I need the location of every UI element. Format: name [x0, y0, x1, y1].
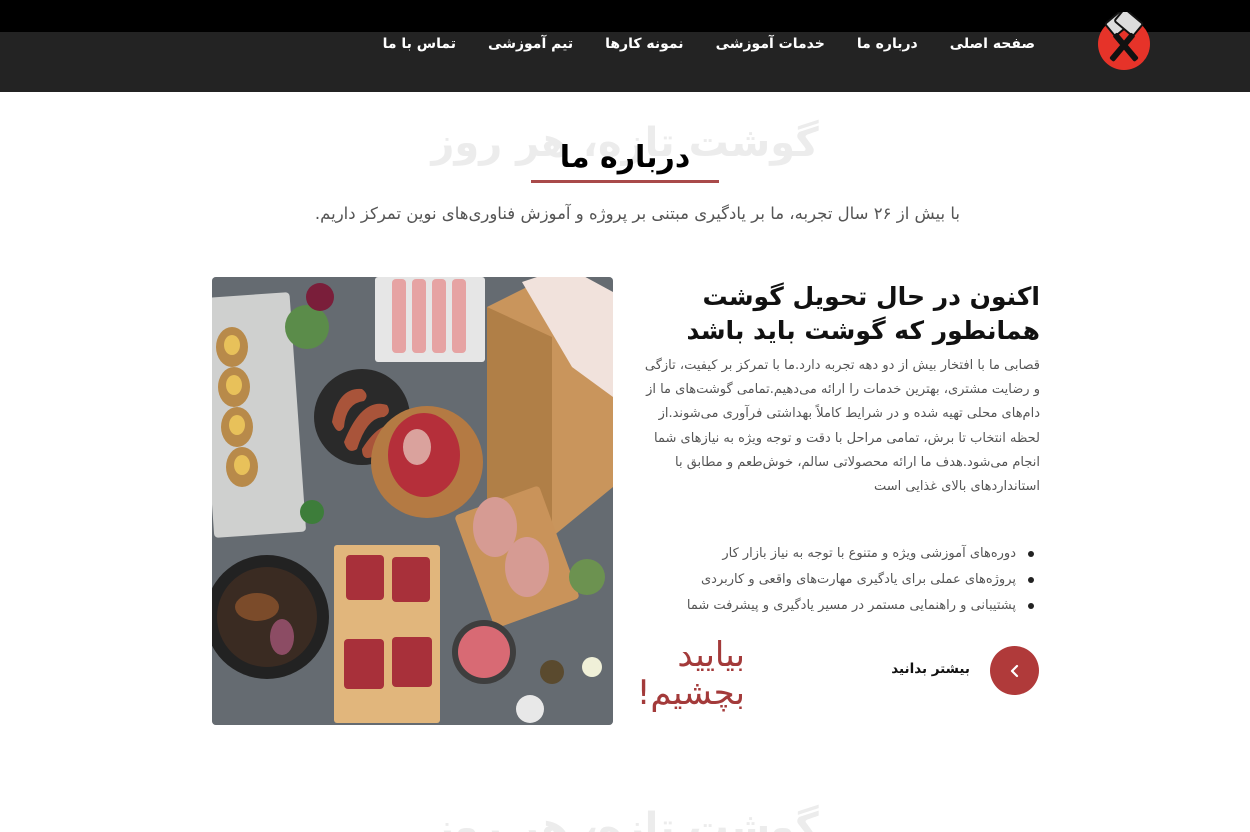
nav-item-portfolio[interactable]: نمونه کارها — [605, 36, 683, 52]
learn-more-button[interactable] — [990, 646, 1039, 695]
site-logo[interactable] — [1088, 8, 1160, 72]
main-nav: صفحه اصلی درباره ما خدمات آموزشی نمونه ک… — [383, 36, 1035, 52]
top-bar — [0, 0, 1250, 32]
chevron-left-icon — [1010, 664, 1018, 677]
nav-item-team[interactable]: تیم آموزشی — [488, 36, 573, 52]
about-paragraph: قصابی ما با افتخار بیش از دو دهه تجربه د… — [644, 358, 1040, 495]
next-section-ghost-text: گوشت تازه، هر روز — [431, 805, 819, 832]
meat-delivery-photo — [212, 277, 613, 725]
list-item-text: پشتیبانی و راهنمایی مستمر در مسیر یادگیر… — [686, 598, 1016, 613]
about-heading: اکنون در حال تحویل گوشت همانطور که گوشت … — [640, 280, 1040, 348]
nav-item-contact[interactable]: تماس با ما — [383, 36, 456, 52]
nav-item-home[interactable]: صفحه اصلی — [950, 36, 1035, 52]
list-item-text: دوره‌های آموزشی ویژه و متنوع با توجه به … — [722, 546, 1016, 561]
bullet-dot — [1028, 576, 1034, 583]
feature-list: دوره‌های آموزشی ویژه و متنوع با توجه به … — [640, 541, 1040, 619]
learn-more-link[interactable]: بیشتر بدانید — [880, 661, 970, 677]
crossed-cleavers-icon — [1098, 8, 1150, 70]
about-heading-line2: همانطور که گوشت باید باشد — [686, 316, 1040, 345]
section-subtitle: با بیش از ۲۶ سال تجربه، ما بر یادگیری مب… — [314, 204, 960, 223]
title-underline — [531, 180, 719, 183]
lets-taste-line2: بچشیم! — [636, 673, 745, 713]
nav-item-about[interactable]: درباره ما — [857, 36, 918, 52]
bullet-dot — [1028, 550, 1034, 557]
nav-item-services[interactable]: خدمات آموزشی — [716, 36, 825, 52]
list-item: پشتیبانی و راهنمایی مستمر در مسیر یادگیر… — [640, 593, 1040, 619]
list-item-text: پروژه‌های عملی برای یادگیری مهارت‌های وا… — [701, 572, 1016, 587]
bullet-dot — [1028, 602, 1034, 609]
lets-taste-text: بیایید بچشیم! — [600, 636, 745, 712]
about-heading-line1: اکنون در حال تحویل گوشت — [702, 282, 1041, 311]
list-item: دوره‌های آموزشی ویژه و متنوع با توجه به … — [640, 541, 1040, 567]
list-item: پروژه‌های عملی برای یادگیری مهارت‌های وا… — [640, 567, 1040, 593]
section-title: درباره ما — [559, 140, 691, 175]
lets-taste-line1: بیایید — [677, 635, 745, 675]
